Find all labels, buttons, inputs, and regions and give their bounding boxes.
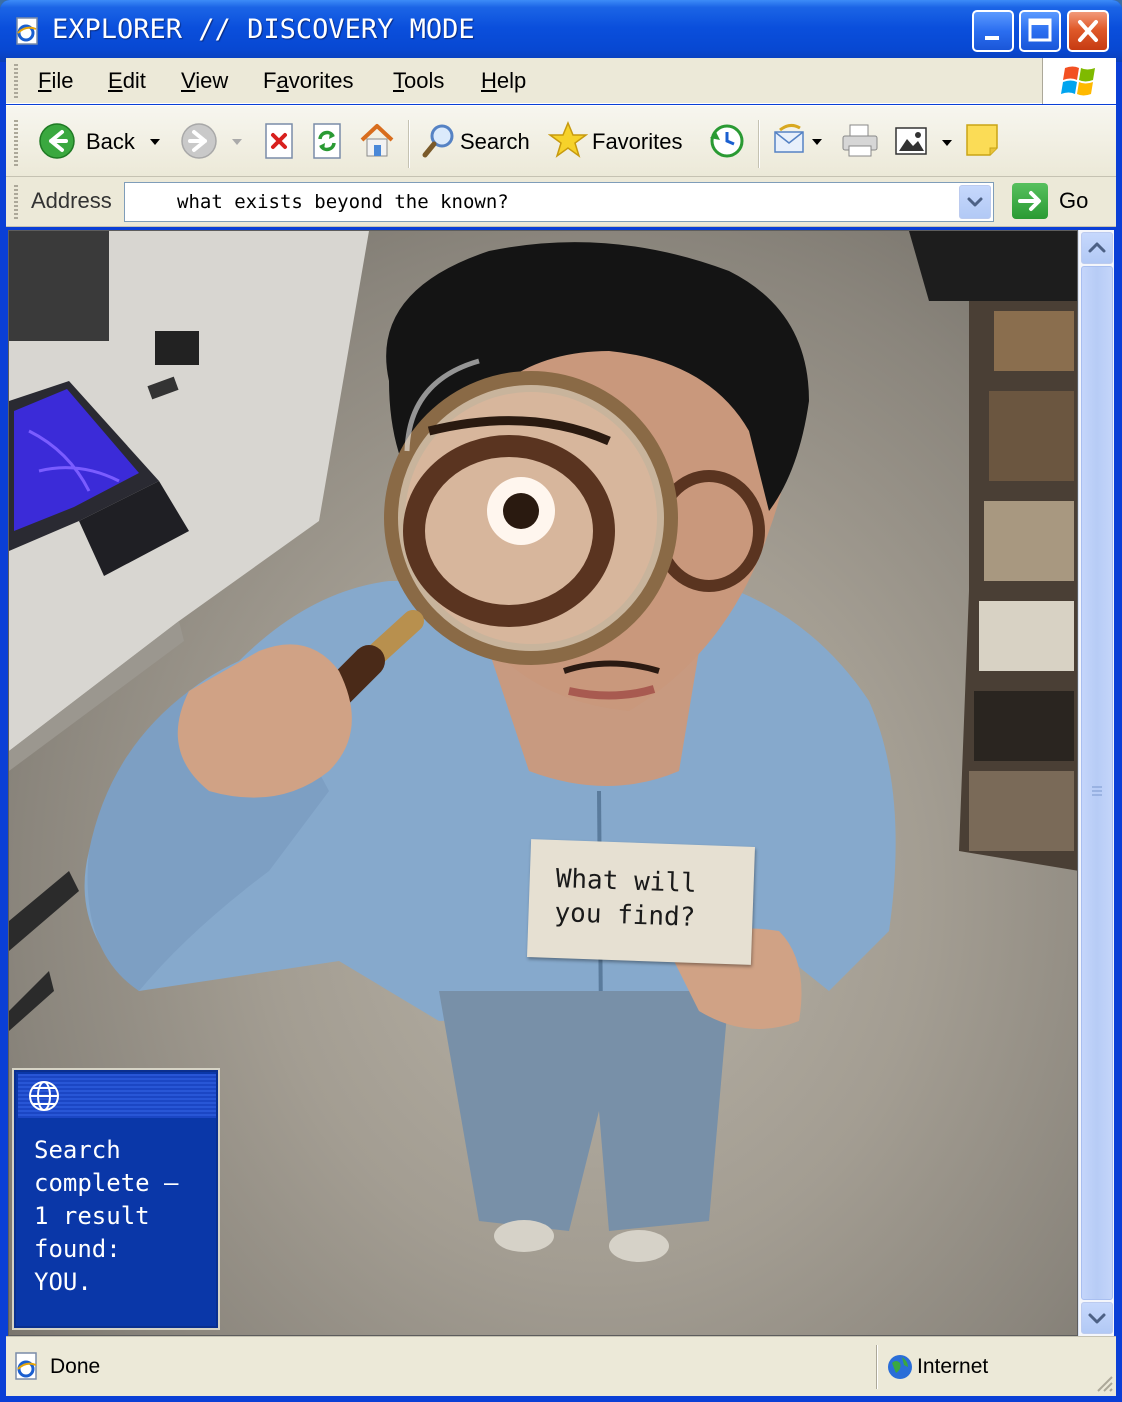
search-label: Search xyxy=(460,129,530,154)
print-icon[interactable] xyxy=(840,122,880,160)
home-icon[interactable] xyxy=(358,120,396,160)
menu-view[interactable]: View xyxy=(181,68,228,94)
scroll-up-button[interactable] xyxy=(1081,232,1113,264)
address-input[interactable]: what exists beyond the known? xyxy=(124,182,994,222)
globe-icon xyxy=(29,1081,59,1111)
standard-toolbar: Back Search Favorites xyxy=(6,105,1116,177)
internet-zone-icon xyxy=(888,1355,912,1379)
search-button[interactable]: Search xyxy=(420,122,540,162)
addressbar-grip[interactable] xyxy=(14,185,18,219)
menu-edit[interactable]: Edit xyxy=(108,68,146,94)
menu-tools[interactable]: Tools xyxy=(393,68,444,94)
resize-grip-icon[interactable] xyxy=(1092,1371,1114,1393)
status-text: Done xyxy=(50,1355,101,1378)
question-card-text: What will you find? xyxy=(554,864,698,933)
menu-help[interactable]: Help xyxy=(481,68,526,94)
close-button[interactable] xyxy=(1067,10,1109,52)
scroll-grip-icon xyxy=(1092,786,1102,796)
windows-logo xyxy=(1042,58,1116,104)
favorites-label: Favorites xyxy=(592,129,683,154)
browser-window: EXPLORER // DISCOVERY MODE File Edit Vie… xyxy=(0,0,1122,1402)
page-done-icon xyxy=(15,1352,37,1380)
menubar-grip[interactable] xyxy=(14,64,18,98)
vertical-scrollbar[interactable] xyxy=(1078,230,1114,1336)
address-label: Address xyxy=(31,188,112,213)
go-button[interactable] xyxy=(1012,183,1048,219)
minimize-icon xyxy=(985,36,999,40)
back-dropdown-icon[interactable] xyxy=(150,139,160,145)
stop-icon[interactable] xyxy=(262,122,296,160)
ie-page-icon xyxy=(16,17,38,45)
question-card: What will you find? xyxy=(527,839,755,965)
address-dropdown-button[interactable] xyxy=(959,185,991,219)
menu-favorites[interactable]: Favorites xyxy=(263,68,354,94)
go-arrow-icon xyxy=(1018,191,1041,211)
mail-button[interactable] xyxy=(772,122,824,162)
search-result-popup: Search complete — 1 result found: YOU. xyxy=(12,1068,220,1330)
go-label[interactable]: Go xyxy=(1059,188,1088,214)
status-bar: Done Internet xyxy=(6,1336,1116,1396)
mail-dropdown-icon[interactable] xyxy=(812,139,822,145)
window-title: EXPLORER // DISCOVERY MODE xyxy=(52,14,475,45)
forward-dropdown-icon xyxy=(232,139,242,145)
title-bar[interactable]: EXPLORER // DISCOVERY MODE xyxy=(0,0,1122,62)
address-bar: Address what exists beyond the known? Go xyxy=(6,177,1116,227)
chevron-up-icon xyxy=(1088,242,1106,253)
media-icon xyxy=(895,127,927,155)
chevron-down-icon xyxy=(1088,1313,1106,1324)
maximize-button[interactable] xyxy=(1019,10,1061,52)
favorites-button[interactable]: Favorites xyxy=(548,120,694,162)
minimize-button[interactable] xyxy=(972,10,1014,52)
back-label: Back xyxy=(86,129,135,154)
scroll-thumb[interactable] xyxy=(1081,266,1113,1300)
chevron-down-icon xyxy=(967,197,983,207)
popup-message: Search complete — 1 result found: YOU. xyxy=(34,1136,179,1296)
popup-header xyxy=(18,1074,216,1118)
toolbar-separator xyxy=(758,120,760,168)
favorites-star-icon xyxy=(548,121,588,158)
menu-bar: File Edit View Favorites Tools Help xyxy=(6,58,1116,104)
windows-flag-icon xyxy=(1061,66,1095,96)
toolbar-grip[interactable] xyxy=(14,120,18,168)
address-value: what exists beyond the known? xyxy=(177,191,509,213)
close-icon xyxy=(1078,20,1098,42)
zone-label: Internet xyxy=(917,1355,989,1378)
maximize-icon xyxy=(1028,18,1052,42)
menu-file[interactable]: File xyxy=(38,68,73,94)
history-icon[interactable] xyxy=(706,120,746,162)
note-icon[interactable] xyxy=(964,122,1000,158)
back-arrow-icon xyxy=(39,123,75,159)
media-dropdown-icon[interactable] xyxy=(942,140,952,146)
media-button[interactable] xyxy=(894,124,954,162)
status-separator xyxy=(876,1345,878,1389)
forward-button[interactable] xyxy=(178,122,248,162)
back-button[interactable]: Back xyxy=(36,122,166,162)
forward-arrow-icon xyxy=(181,123,217,159)
refresh-icon[interactable] xyxy=(310,122,344,160)
search-magnifier-icon xyxy=(422,124,454,158)
mail-icon xyxy=(774,123,804,153)
scroll-down-button[interactable] xyxy=(1081,1302,1113,1334)
toolbar-separator xyxy=(408,120,410,168)
